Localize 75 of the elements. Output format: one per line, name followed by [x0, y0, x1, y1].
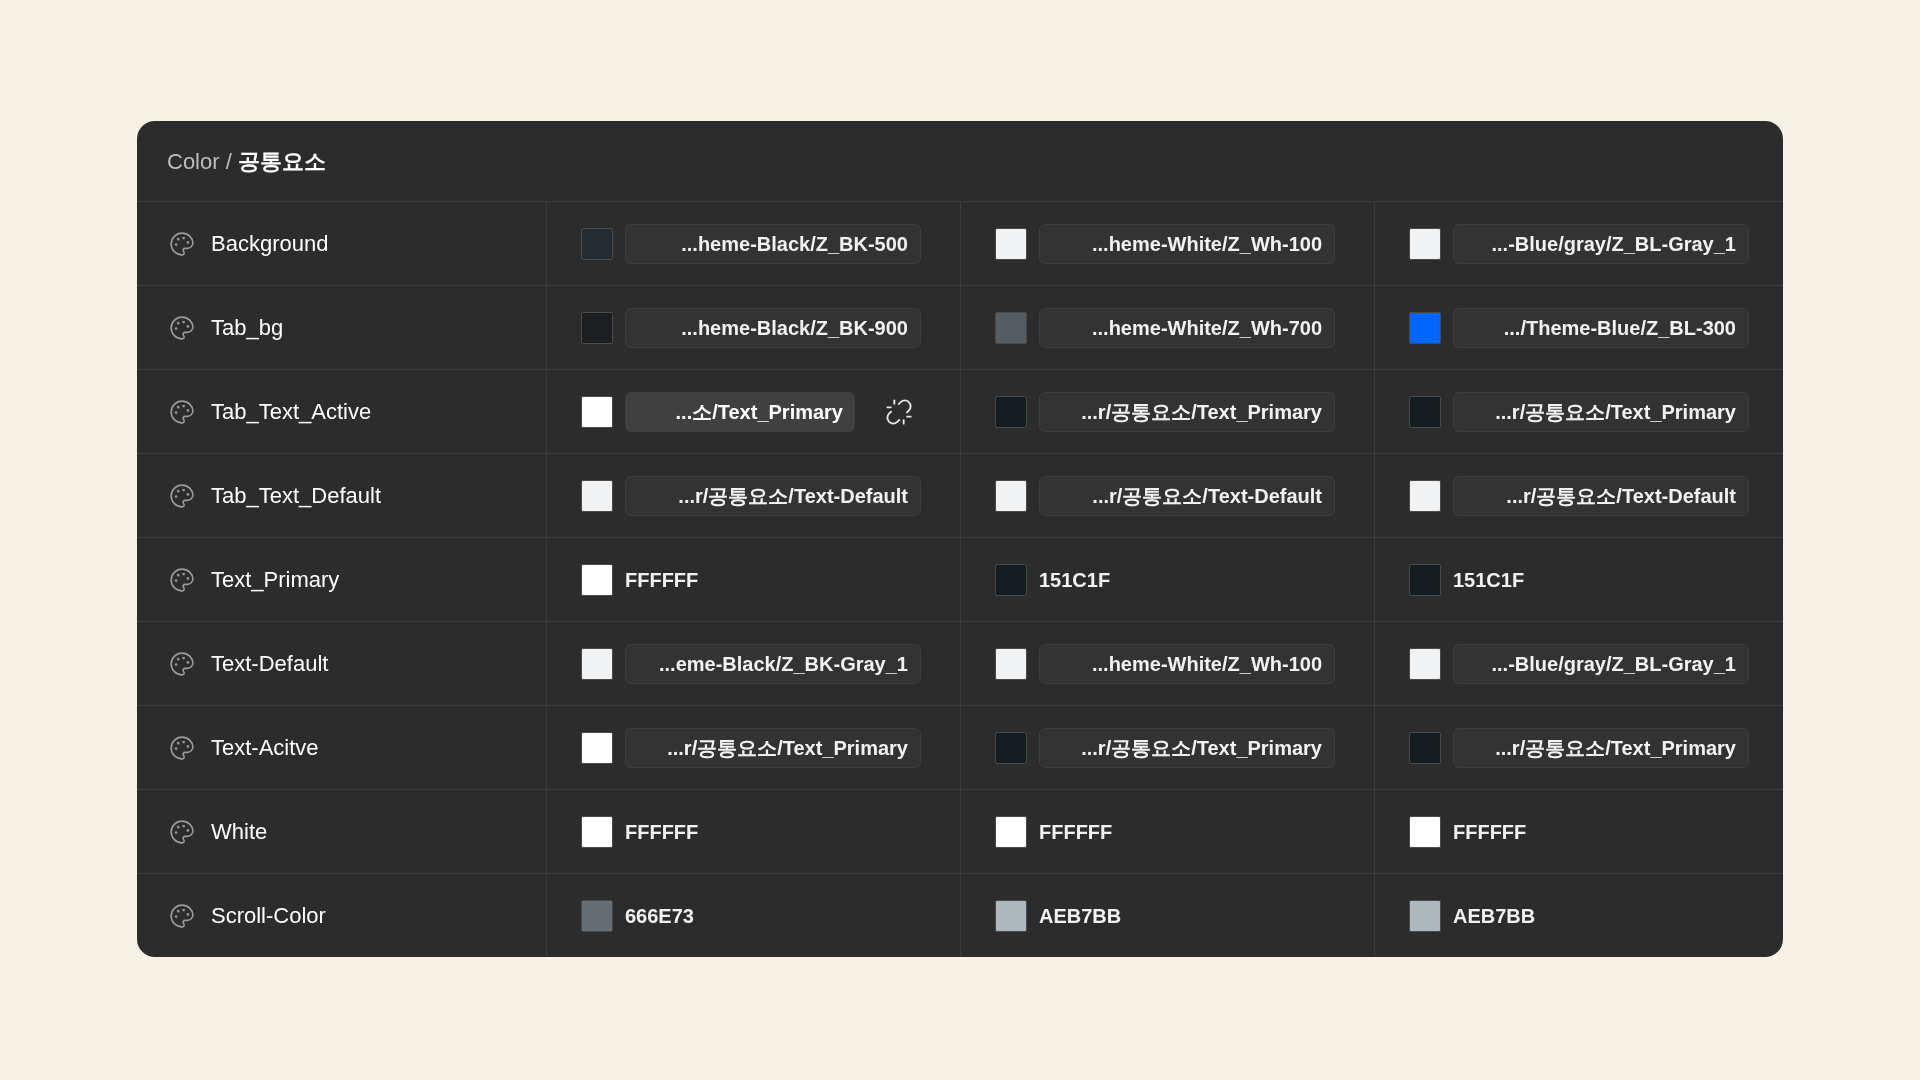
palette-icon [169, 902, 195, 929]
color-swatch[interactable] [1409, 311, 1441, 344]
palette-icon [169, 734, 195, 761]
variable-alias-chip[interactable]: ...r/공통요소/Text_Primary [1039, 391, 1335, 432]
color-swatch[interactable] [995, 311, 1027, 344]
color-swatch[interactable] [995, 563, 1027, 596]
hex-value[interactable]: AEB7BB [1039, 900, 1122, 931]
color-swatch[interactable] [995, 479, 1027, 512]
color-swatch[interactable] [581, 395, 613, 428]
variable-name[interactable]: Text-Acitve [211, 731, 319, 764]
detach-icon[interactable] [885, 397, 913, 426]
color-swatch[interactable] [1409, 227, 1441, 260]
variable-alias-chip[interactable]: ...소/Text_Primary [625, 391, 855, 432]
variable-name[interactable]: Background [211, 227, 329, 260]
color-swatch[interactable] [581, 731, 613, 764]
variable-alias-chip[interactable]: ...heme-White/Z_Wh-100 [1039, 223, 1335, 264]
color-swatch[interactable] [1409, 815, 1441, 848]
hex-value[interactable]: 151C1F [1039, 564, 1111, 595]
palette-icon [169, 230, 195, 257]
palette-icon [169, 482, 195, 509]
color-swatch[interactable] [581, 563, 613, 596]
color-swatch[interactable] [581, 311, 613, 344]
variable-alias-chip[interactable]: ...heme-Black/Z_BK-500 [625, 223, 921, 264]
color-swatch[interactable] [1409, 479, 1441, 512]
color-swatch[interactable] [581, 227, 613, 260]
color-swatch[interactable] [995, 731, 1027, 764]
variable-alias-chip[interactable]: ...r/공통요소/Text_Primary [1039, 727, 1335, 768]
variable-alias-chip[interactable]: ...heme-White/Z_Wh-100 [1039, 643, 1335, 684]
breadcrumb-path: Color / [167, 147, 232, 176]
palette-icon [169, 650, 195, 677]
color-swatch[interactable] [995, 395, 1027, 428]
palette-icon [169, 566, 195, 593]
variable-name[interactable]: Tab_Text_Active [211, 395, 372, 428]
hex-value[interactable]: FFFFFF [1453, 816, 1527, 847]
color-swatch[interactable] [581, 479, 613, 512]
color-swatch[interactable] [581, 815, 613, 848]
color-swatch[interactable] [581, 647, 613, 680]
variable-name[interactable]: Text_Primary [211, 563, 340, 596]
palette-icon [169, 818, 195, 845]
hex-value[interactable]: AEB7BB [1453, 900, 1536, 931]
hex-value[interactable]: FFFFFF [625, 816, 699, 847]
color-swatch[interactable] [995, 227, 1027, 260]
variable-alias-chip[interactable]: ...heme-White/Z_Wh-700 [1039, 307, 1335, 348]
variable-name[interactable]: Scroll-Color [211, 899, 326, 932]
collection-title: 공통요소 [237, 147, 326, 176]
variable-alias-chip[interactable]: ...eme-Black/Z_BK-Gray_1 [625, 643, 921, 684]
variable-alias-chip[interactable]: .../Theme-Blue/Z_BL-300 [1453, 307, 1749, 348]
variable-name[interactable]: Tab_bg [211, 311, 284, 344]
color-swatch[interactable] [1409, 731, 1441, 764]
variable-alias-chip[interactable]: ...r/공통요소/Text-Default [1039, 475, 1335, 516]
variable-alias-chip[interactable]: ...r/공통요소/Text_Primary [1453, 391, 1749, 432]
variable-name[interactable]: White [211, 815, 268, 848]
hex-value[interactable]: FFFFFF [625, 564, 699, 595]
hex-value[interactable]: 151C1F [1453, 564, 1525, 595]
variable-alias-chip[interactable]: ...-Blue/gray/Z_BL-Gray_1 [1453, 643, 1749, 684]
variable-name[interactable]: Tab_Text_Default [211, 479, 381, 512]
color-swatch[interactable] [1409, 899, 1441, 932]
color-swatch[interactable] [1409, 647, 1441, 680]
variable-alias-chip[interactable]: ...r/공통요소/Text-Default [625, 475, 921, 516]
color-swatch[interactable] [581, 899, 613, 932]
color-swatch[interactable] [995, 647, 1027, 680]
variable-alias-chip[interactable]: ...r/공통요소/Text_Primary [1453, 727, 1749, 768]
variable-alias-chip[interactable]: ...r/공통요소/Text-Default [1453, 475, 1749, 516]
palette-icon [169, 398, 195, 425]
hex-value[interactable]: FFFFFF [1039, 816, 1113, 847]
variable-alias-chip[interactable]: ...heme-Black/Z_BK-900 [625, 307, 921, 348]
hex-value[interactable]: 666E73 [625, 900, 694, 931]
color-swatch[interactable] [1409, 395, 1441, 428]
variable-alias-chip[interactable]: ...-Blue/gray/Z_BL-Gray_1 [1453, 223, 1749, 264]
variable-alias-chip[interactable]: ...r/공통요소/Text_Primary [625, 727, 921, 768]
color-swatch[interactable] [995, 815, 1027, 848]
color-swatch[interactable] [995, 899, 1027, 932]
variable-name[interactable]: Text-Default [211, 647, 329, 680]
palette-icon [169, 314, 195, 341]
color-swatch[interactable] [1409, 563, 1441, 596]
